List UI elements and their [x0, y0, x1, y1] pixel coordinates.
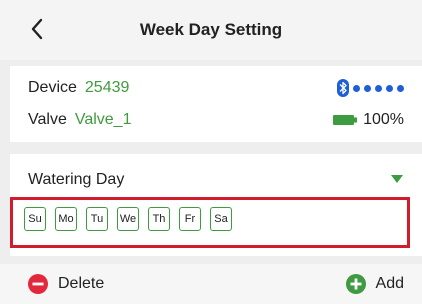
- battery-status: 100%: [333, 111, 404, 129]
- signal-dot: [386, 84, 393, 92]
- battery-full-icon: [333, 115, 358, 125]
- add-button[interactable]: Add: [345, 274, 404, 294]
- day-toggle-saturday[interactable]: Sa: [210, 207, 232, 231]
- add-label: Add: [375, 275, 404, 292]
- back-button[interactable]: [22, 14, 52, 44]
- signal-indicator: [337, 79, 404, 97]
- weekday-selector: Su Mo Tu We Th Fr Sa: [24, 207, 232, 231]
- valve-row: Valve Valve_1 100%: [28, 108, 404, 132]
- chevron-left-icon: [31, 18, 43, 40]
- action-bar: Delete Add: [0, 264, 422, 304]
- signal-dot: [375, 84, 382, 92]
- device-row: Device 25439: [28, 76, 404, 100]
- plus-circle-icon: [345, 274, 366, 294]
- day-toggle-monday[interactable]: Mo: [55, 207, 77, 231]
- delete-button[interactable]: Delete: [28, 274, 104, 294]
- bluetooth-icon: [337, 79, 349, 97]
- header-bar: Week Day Setting: [0, 0, 422, 60]
- signal-dot: [397, 84, 404, 92]
- day-toggle-wednesday[interactable]: We: [117, 207, 139, 231]
- signal-dot: [364, 84, 371, 92]
- day-toggle-friday[interactable]: Fr: [179, 207, 201, 231]
- signal-dot: [353, 84, 360, 92]
- battery-percent: 100%: [363, 111, 404, 128]
- minus-circle-icon: [28, 274, 48, 294]
- watering-day-label: Watering Day: [28, 171, 125, 188]
- day-toggle-sunday[interactable]: Su: [24, 207, 46, 231]
- watering-day-card: Watering Day Su Mo Tu We Th Fr Sa: [10, 154, 422, 256]
- app-screen: Week Day Setting Device 25439 Valve Valv…: [0, 0, 422, 304]
- delete-label: Delete: [58, 275, 105, 292]
- device-label: Device: [28, 79, 77, 96]
- day-toggle-tuesday[interactable]: Tu: [86, 207, 108, 231]
- page-title: Week Day Setting: [139, 20, 283, 39]
- valve-label: Valve: [28, 111, 67, 128]
- valve-name: Valve_1: [74, 111, 132, 128]
- device-info-card: Device 25439 Valve Valve_1 100%: [10, 66, 422, 142]
- watering-day-row[interactable]: Watering Day: [28, 168, 404, 192]
- dropdown-caret-icon[interactable]: [390, 171, 404, 189]
- device-id: 25439: [84, 79, 130, 96]
- day-toggle-thursday[interactable]: Th: [148, 207, 170, 231]
